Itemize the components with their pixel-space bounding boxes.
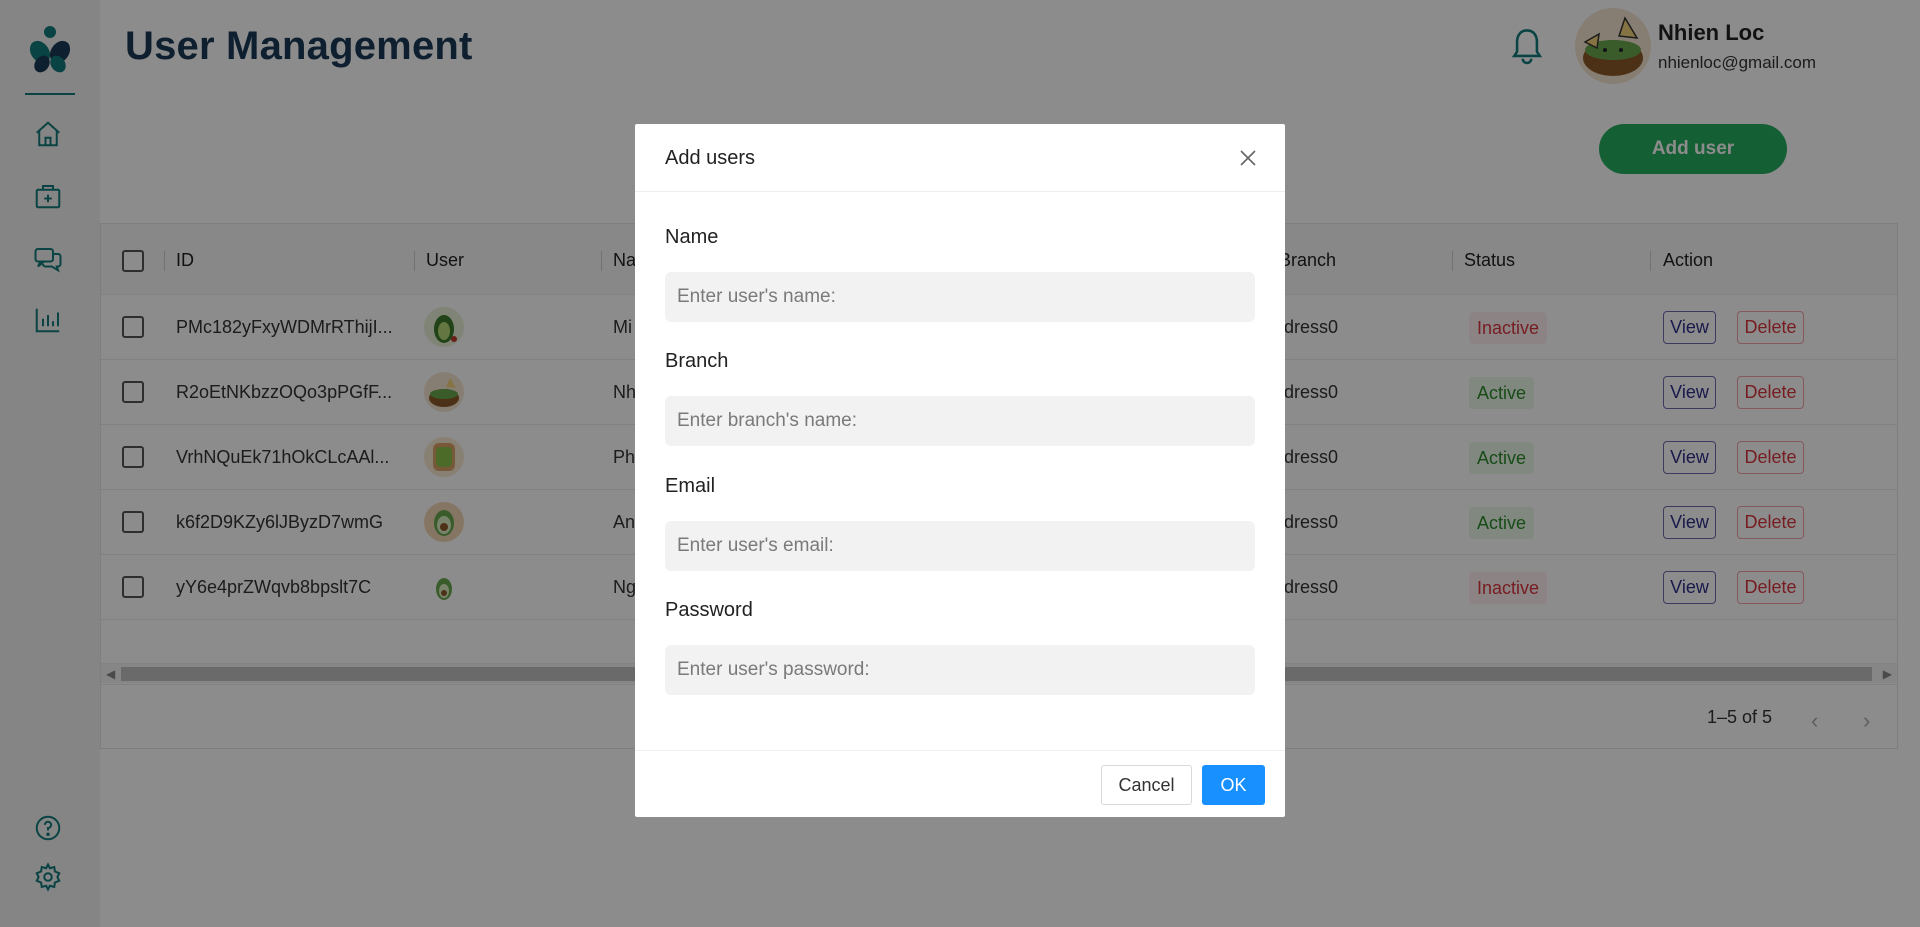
- add-users-modal: Add users Name Branch Email Password Can…: [635, 124, 1285, 817]
- password-label: Password: [665, 599, 753, 621]
- cancel-button[interactable]: Cancel: [1101, 765, 1192, 805]
- email-input[interactable]: [665, 521, 1255, 571]
- name-input[interactable]: [665, 272, 1255, 322]
- ok-button[interactable]: OK: [1202, 765, 1265, 805]
- branch-input[interactable]: [665, 396, 1255, 446]
- email-label: Email: [665, 475, 716, 497]
- password-input[interactable]: [665, 645, 1255, 695]
- modal-header: Add users: [635, 124, 1285, 192]
- modal-title: Add users: [665, 147, 756, 169]
- branch-label: Branch: [665, 350, 729, 372]
- close-icon[interactable]: [1238, 148, 1258, 168]
- modal-footer: Cancel OK: [635, 750, 1285, 817]
- name-label: Name: [665, 226, 719, 248]
